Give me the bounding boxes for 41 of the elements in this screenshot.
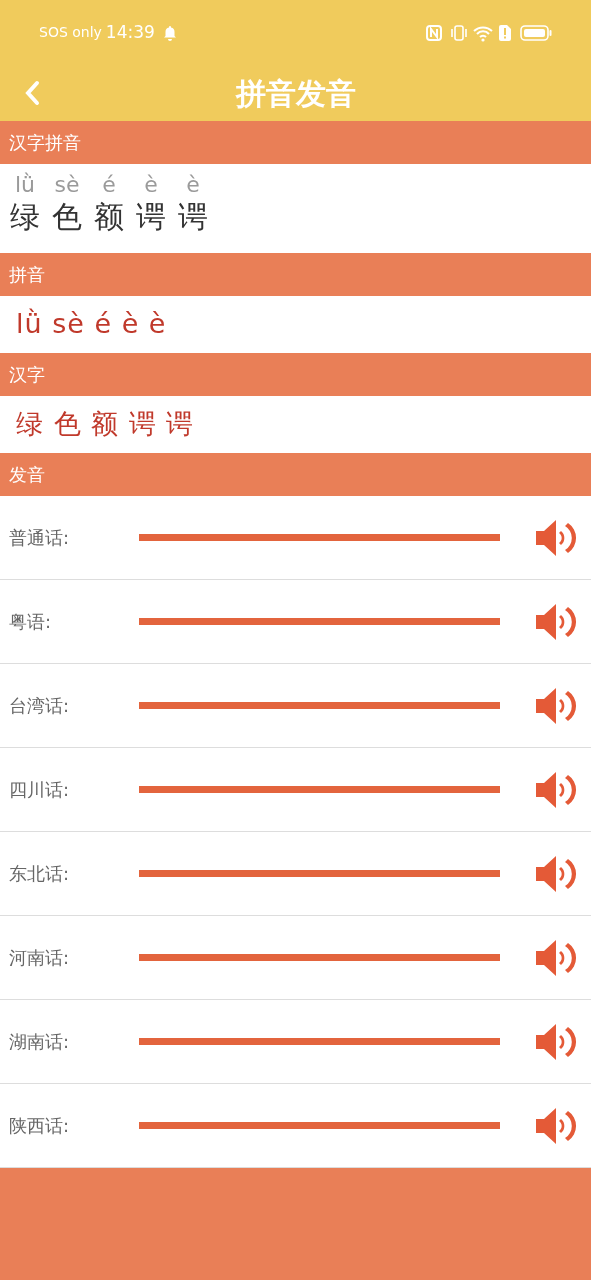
hanzi-text: 额: [94, 198, 124, 236]
speaker-icon[interactable]: [535, 770, 579, 809]
speaker-icon[interactable]: [535, 602, 579, 641]
pinyin-text: é: [102, 172, 116, 198]
dialect-label: 东北话:: [9, 862, 71, 886]
dialect-label: 河南话:: [9, 946, 71, 970]
nfc-icon: [426, 24, 442, 41]
speaker-icon[interactable]: [535, 686, 579, 725]
speaker-icon[interactable]: [535, 938, 579, 977]
dialect-label: 台湾话:: [9, 694, 71, 718]
pinyin-text: lǜ: [14, 172, 36, 198]
speaker-icon[interactable]: [535, 854, 579, 893]
pinyin-text: sè: [54, 172, 80, 198]
sim-alert-icon: [498, 23, 512, 42]
pinyin-text: lǜ sè é è è: [16, 307, 167, 342]
speaker-icon[interactable]: [535, 1106, 579, 1145]
section-header: 拼音: [9, 263, 45, 287]
vibrate-icon: [450, 23, 468, 42]
battery-icon: [520, 24, 552, 41]
dialect-label: 普通话:: [9, 526, 71, 550]
clock-text: 14:39: [105, 20, 155, 44]
dialect-label: 陕西话:: [9, 1114, 71, 1138]
hanzi-text: 谔: [136, 198, 166, 236]
dialect-label: 湖南话:: [9, 1030, 71, 1054]
pinyin-text: è: [186, 172, 200, 198]
carrier-text: SOS only: [39, 23, 102, 42]
wifi-icon: [472, 23, 494, 42]
hanzi-text: 绿: [10, 198, 40, 236]
hanzi-text: 色: [52, 198, 82, 236]
speaker-icon[interactable]: [535, 1022, 579, 1061]
section-header: 汉字拼音: [9, 131, 81, 155]
page-title: 拼音发音: [235, 74, 356, 113]
speaker-icon[interactable]: [535, 518, 579, 557]
dialect-label: 粤语:: [9, 610, 53, 634]
hanzi-text: 谔: [178, 198, 208, 236]
section-header: 发音: [9, 463, 45, 487]
section-header: 汉字: [9, 363, 45, 387]
pinyin-text: 绿 色 额 谔 谔: [16, 407, 195, 442]
bell-icon: [162, 24, 177, 41]
pinyin-text: è: [144, 172, 158, 198]
dialect-label: 四川话:: [9, 778, 71, 802]
